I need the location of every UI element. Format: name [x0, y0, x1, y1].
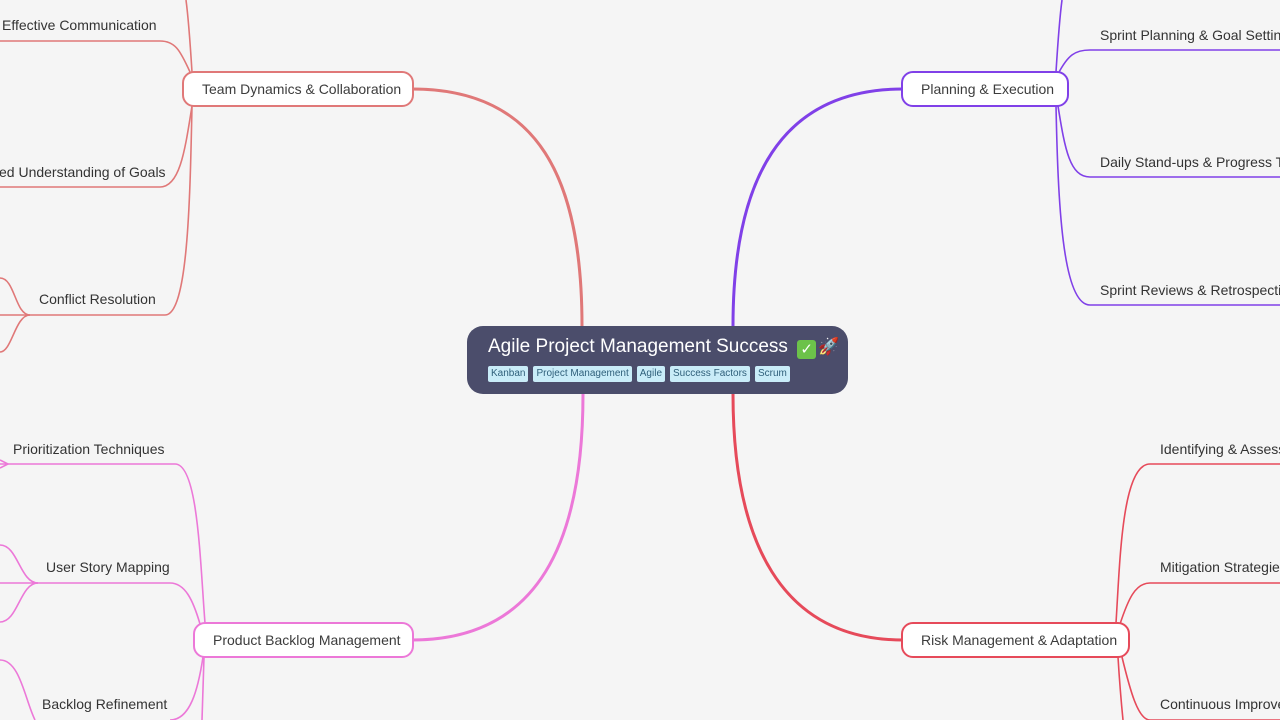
leaf-daily-standups[interactable]: Daily Stand-ups & Progress Tra: [1100, 153, 1280, 171]
tag-agile[interactable]: Agile: [636, 366, 666, 382]
root-title: Agile Project Management Success ✓ 🚀: [488, 336, 839, 359]
check-mark-icon: ✓: [797, 340, 817, 359]
root-node[interactable]: Agile Project Management Success ✓ 🚀 Kanb…: [467, 326, 848, 394]
branch-label: Team Dynamics & Collaboration: [202, 81, 402, 97]
leaf-conflict-resolution[interactable]: Conflict Resolution: [39, 290, 156, 308]
branch-risk-management[interactable]: Risk Management & Adaptation: [901, 622, 1130, 658]
leaf-identifying-risks[interactable]: Identifying & Assessi: [1160, 440, 1280, 458]
leaf-backlog-refinement[interactable]: Backlog Refinement: [42, 695, 167, 713]
leaf-effective-communication[interactable]: Effective Communication: [2, 16, 157, 34]
tag-list: Kanban Project Management Agile Success …: [488, 366, 828, 382]
link-root-risk: [731, 393, 904, 642]
leaf-mitigation-strategies[interactable]: Mitigation Strategies: [1160, 558, 1280, 576]
link-root-planning: [731, 87, 904, 327]
root-title-text: Agile Project Management Success: [488, 336, 788, 357]
tag-project-management[interactable]: Project Management: [533, 366, 632, 382]
branch-label: Planning & Execution: [921, 81, 1055, 97]
leaf-user-story-mapping[interactable]: User Story Mapping: [46, 558, 170, 576]
branch-label: Product Backlog Management: [213, 632, 401, 648]
rocket-icon: 🚀: [818, 337, 840, 356]
tag-scrum[interactable]: Scrum: [754, 366, 790, 382]
leaf-shared-understanding-of-goals[interactable]: ed Understanding of Goals: [0, 163, 166, 181]
leaf-sprint-planning[interactable]: Sprint Planning & Goal Setting: [1100, 26, 1280, 44]
branch-planning-execution[interactable]: Planning & Execution: [901, 71, 1069, 107]
leaf-sprint-reviews[interactable]: Sprint Reviews & Retrospective: [1100, 281, 1280, 299]
leaf-prioritization-techniques[interactable]: Prioritization Techniques: [13, 440, 165, 458]
branch-team-dynamics[interactable]: Team Dynamics & Collaboration: [182, 71, 414, 107]
link-root-team: [411, 87, 584, 327]
branch-label: Risk Management & Adaptation: [921, 632, 1118, 648]
link-root-backlog: [411, 393, 585, 642]
branch-product-backlog[interactable]: Product Backlog Management: [193, 622, 414, 658]
leaf-continuous-improvement[interactable]: Continuous Improve: [1160, 695, 1280, 713]
risk-children-links: [1115, 463, 1280, 720]
tag-kanban[interactable]: Kanban: [488, 366, 529, 382]
tag-success-factors[interactable]: Success Factors: [670, 366, 750, 382]
backlog-children-links: [0, 459, 206, 720]
